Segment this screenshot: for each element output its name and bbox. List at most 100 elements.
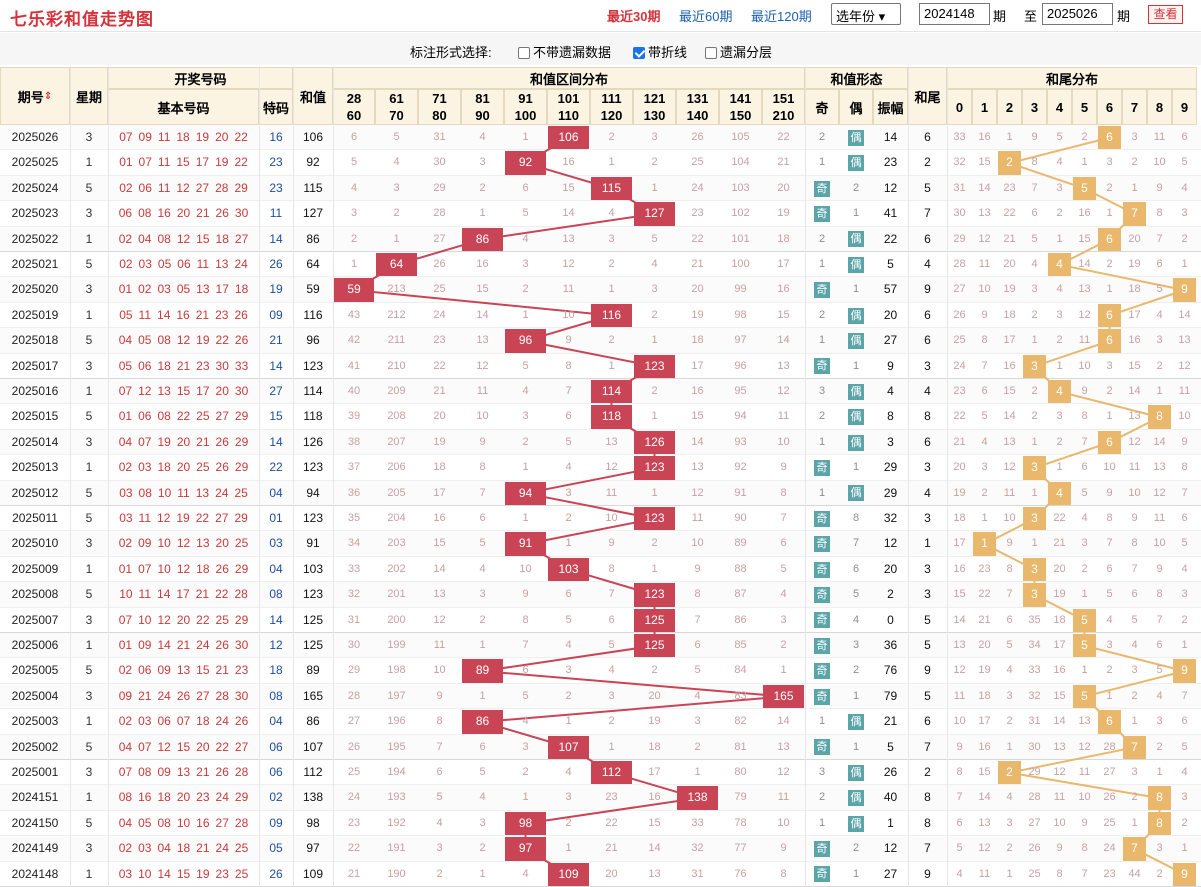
tail-miss-cell: 3	[1106, 359, 1113, 372]
range-miss-cell: 16	[691, 385, 704, 397]
sum-value: 86	[306, 714, 320, 729]
range-miss-cell: 8	[565, 359, 572, 372]
range-miss-cell: 4	[565, 766, 572, 778]
odd-badge: 奇	[814, 841, 830, 858]
range-miss-cell: 6	[522, 181, 529, 194]
range-miss-cell: 4	[479, 131, 486, 143]
ball-number: 18	[157, 790, 171, 805]
range-miss-cell: 9	[694, 562, 701, 575]
tail-hit-cell: 2	[998, 761, 1021, 785]
ball-number: 22	[176, 409, 191, 424]
range-miss-cell: 10	[691, 537, 704, 550]
range-miss-cell: 27	[433, 232, 446, 245]
ball-number: 21	[215, 663, 229, 678]
tail-miss-cell: 6	[1006, 613, 1013, 626]
tail-hit-cell: 6	[1098, 329, 1121, 353]
special-number: 14	[269, 434, 283, 449]
ball-number: 26	[215, 206, 229, 221]
range-miss-cell: 1	[651, 486, 658, 499]
sum-value: 114	[303, 384, 323, 398]
form-odd: 3	[818, 385, 826, 397]
range-miss-cell: 19	[691, 308, 704, 321]
amplitude: 21	[883, 714, 898, 729]
issue-number: 2025019	[11, 307, 59, 322]
range-miss-cell: 82	[734, 715, 747, 728]
form-even: 3	[852, 639, 860, 651]
ball-number: 14	[157, 587, 171, 602]
tail-miss-cell: 20	[978, 639, 991, 651]
range-miss-cell: 86	[734, 613, 747, 626]
ball-number: 30	[234, 638, 249, 652]
range-miss-cell: 29	[347, 664, 361, 677]
even-badge: 偶	[848, 129, 864, 146]
range-miss-cell: 22	[433, 359, 446, 372]
range-miss-cell: 207	[387, 435, 406, 448]
tail-miss-cell: 3	[1181, 207, 1188, 220]
range-hit-cell: 94	[505, 481, 546, 505]
tail-miss-cell: 23	[1003, 181, 1016, 194]
range-miss-cell: 26	[433, 258, 446, 270]
range-hit-cell: 106	[548, 126, 589, 150]
ball-number: 19	[176, 511, 190, 525]
range-miss-cell: 12	[777, 385, 790, 397]
range-hit-cell: 59	[334, 278, 374, 302]
range-miss-cell: 4	[479, 562, 486, 575]
range-miss-cell: 13	[777, 359, 790, 372]
tail-miss-cell: 5	[1156, 283, 1163, 296]
form-odd: 奇	[805, 354, 839, 379]
tail-miss-cell: 7	[1181, 486, 1188, 499]
basic-numbers: 02 03 05 06 11 13 24	[108, 252, 259, 277]
range-miss-cell: 32	[347, 588, 361, 601]
tail-miss-cell: 21	[953, 435, 966, 448]
ball-number: 03	[138, 257, 152, 271]
ball-number: 18	[157, 358, 171, 373]
issue-number: 2025017	[11, 358, 59, 373]
amplitude: 12	[883, 180, 898, 195]
amplitude: 20	[883, 307, 898, 322]
range-miss-cell: 11	[562, 283, 575, 296]
range-miss-cell: 11	[433, 639, 446, 651]
tail-miss-cell: 1	[1081, 588, 1088, 601]
range-miss-cell: 3	[565, 664, 572, 677]
range-miss-cell: 17	[691, 359, 704, 372]
range-miss-cell: 7	[436, 740, 443, 753]
tail-value: 8	[924, 790, 931, 805]
range-miss-cell: 85	[734, 639, 747, 651]
ball-number: 08	[157, 231, 171, 246]
ball-number: 16	[138, 790, 152, 805]
tail-miss-cell: 2	[1131, 156, 1138, 169]
tail-miss-cell: 3	[1106, 156, 1113, 169]
tail-miss-cell: 4	[1156, 308, 1163, 321]
sum-value: 165	[302, 688, 324, 703]
even-badge: 偶	[848, 485, 864, 502]
trend-table: 期号 ⇕ 星期 开奖号码 基本号码 特码 和值 和值区间分布 28 60 61 70 71 80 81 90 9…	[0, 0, 1201, 887]
tail-miss-cell: 1	[1031, 334, 1038, 347]
ball-number: 29	[234, 511, 248, 525]
special-number: 04	[269, 714, 283, 729]
ball-number: 14	[157, 638, 171, 652]
ball-number: 12	[157, 612, 171, 627]
tail-miss-cell: 19	[953, 486, 966, 499]
issue-number: 2025004	[11, 688, 59, 703]
range-miss-cell: 204	[387, 512, 406, 524]
tail-miss-cell: 13	[1128, 410, 1141, 423]
range-miss-cell: 12	[562, 258, 575, 270]
tail-miss-cell: 1	[1056, 461, 1063, 474]
range-miss-cell: 8	[479, 461, 486, 474]
tail-miss-cell: 13	[953, 639, 966, 651]
form-odd: 3	[818, 766, 826, 778]
range-miss-cell: 8	[436, 715, 443, 728]
range-miss-cell: 6	[479, 740, 486, 753]
range-miss-cell: 25	[347, 766, 361, 778]
range-miss-cell: 40	[347, 385, 361, 397]
tail-miss-cell: 9	[1156, 562, 1163, 575]
tail-miss-cell: 2	[1056, 435, 1063, 448]
tail-hit-cell: 7	[1123, 202, 1146, 226]
sum-value: 125	[302, 638, 324, 652]
tail-miss-cell: 15	[1003, 385, 1016, 397]
range-miss-cell: 89	[734, 537, 747, 550]
range-miss-cell: 42	[347, 334, 361, 347]
form-even: 1	[852, 359, 860, 372]
range-miss-cell: 2	[651, 664, 658, 677]
range-hit-cell: 123	[634, 456, 675, 480]
